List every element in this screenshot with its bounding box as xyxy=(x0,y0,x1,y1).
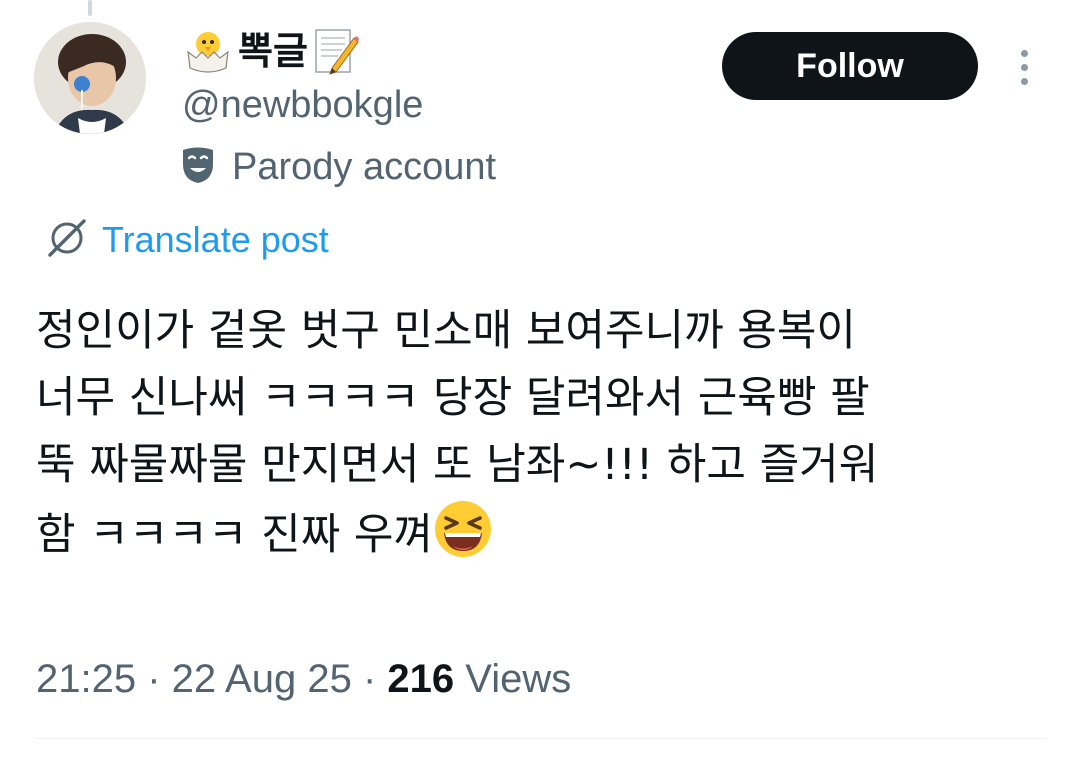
more-dot-icon xyxy=(1020,77,1028,85)
memo-icon xyxy=(312,26,360,76)
meta-separator: · xyxy=(136,656,172,701)
thread-connector-line xyxy=(88,0,92,16)
display-name: 뽁글 xyxy=(238,29,308,73)
meta-separator: · xyxy=(351,656,388,701)
post-text-line: 뚝 짜물짜물 만지면서 또 남좌~!!! 하고 즐거워 xyxy=(36,440,879,490)
author-name-row[interactable]: 뽁글 xyxy=(182,24,360,78)
post-text-line: 너무 신나써 ㅋㅋㅋㅋ 당장 달려와서 근육빵 팔 xyxy=(36,373,870,423)
post-text-line: 함 ㅋㅋㅋㅋ 진짜 우껴 xyxy=(36,510,434,560)
parody-account-text: Parody account xyxy=(232,145,497,188)
post-text-line: 정인이가 겉옷 벗구 민소매 보여주니까 용복이 xyxy=(36,306,856,356)
views-count[interactable]: 216 xyxy=(387,657,454,702)
avatar[interactable] xyxy=(34,22,146,134)
translate-post-link[interactable]: Translate post xyxy=(44,214,329,266)
views-label: Views xyxy=(454,656,572,701)
divider xyxy=(36,738,1046,739)
post-time[interactable]: 21:25 xyxy=(36,657,136,702)
more-options-button[interactable] xyxy=(1004,44,1044,90)
post-body: 정인이가 겉옷 벗구 민소매 보여주니까 용복이 너무 신나써 ㅋㅋㅋㅋ 당장 … xyxy=(36,298,1046,569)
follow-button[interactable]: Follow xyxy=(722,32,978,100)
avatar-image xyxy=(34,22,146,134)
translate-post-label: Translate post xyxy=(102,219,329,260)
parody-account-label: Parody account xyxy=(180,141,496,193)
more-dot-icon xyxy=(1020,63,1028,71)
theater-masks-icon xyxy=(180,146,216,188)
post-text-line-last: 함 ㅋㅋㅋㅋ 진짜 우껴 xyxy=(36,499,1046,569)
grinning-squinting-face-icon xyxy=(435,501,492,557)
post-date[interactable]: 22 Aug 25 xyxy=(172,657,352,702)
translate-globe-icon xyxy=(44,215,90,265)
more-dot-icon xyxy=(1020,49,1028,57)
post-meta: 21:25 · 22 Aug 25 · 216 Views xyxy=(36,652,571,706)
hatching-chick-icon xyxy=(182,28,234,74)
author-handle[interactable]: @newbbokgle xyxy=(182,80,423,130)
